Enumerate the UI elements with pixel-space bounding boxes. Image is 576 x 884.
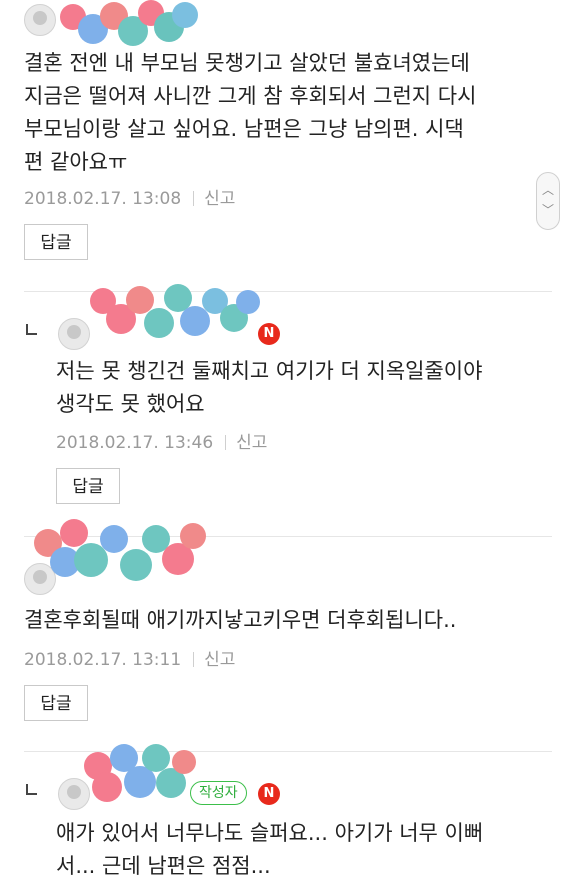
redacted-username xyxy=(60,0,200,50)
meta-divider xyxy=(193,191,195,206)
comment-meta: 2018.02.17. 13:11 신고 xyxy=(24,645,235,670)
report-link[interactable]: 신고 xyxy=(204,189,235,209)
report-link[interactable]: 신고 xyxy=(204,650,235,670)
scroll-handle[interactable]: ︿ ﹀ xyxy=(536,172,560,230)
chevron-up-icon: ︿ xyxy=(541,183,554,197)
reply-comment-item: 작성자 N 애가 있어서 너무나도 슬퍼요... 아기가 너무 이뻐 서... … xyxy=(0,744,576,884)
comment-text-line: 저는 못 챙긴건 둘째치고 여기가 더 지옥일줄이야 xyxy=(56,359,483,383)
new-badge: N xyxy=(258,783,280,805)
comment-item: 결혼 전엔 내 부모님 못챙기고 살았던 불효녀였는데 지금은 떨어져 사니깐 … xyxy=(0,0,576,290)
redacted-username xyxy=(84,282,264,352)
comment-text-line: 결혼 전엔 내 부모님 못챙기고 살았던 불효녀였는데 xyxy=(24,51,470,75)
comment-item: 결혼후회될때 애기까지낳고키우면 더후회됩니다.. 2018.02.17. 13… xyxy=(0,519,576,747)
comment-date: 2018.02.17. 13:46 xyxy=(56,433,214,453)
comment-meta: 2018.02.17. 13:08 신고 xyxy=(24,184,235,209)
comment-text-line: 지금은 떨어져 사니깐 그게 참 후회되서 그런지 다시 xyxy=(24,84,477,108)
comment-text-line: 부모님이랑 살고 싶어요. 남편은 그냥 남의편. 시댁 xyxy=(24,117,464,141)
comment-date: 2018.02.17. 13:11 xyxy=(24,650,182,670)
comment-text-line: 애가 있어서 너무나도 슬퍼요... 아기가 너무 이뻐 xyxy=(56,821,484,845)
reply-button[interactable]: 답글 xyxy=(56,468,120,504)
meta-divider xyxy=(193,652,195,667)
comment-date: 2018.02.17. 13:08 xyxy=(24,189,182,209)
reply-arrow-icon xyxy=(26,784,37,795)
comment-text-line: 생각도 못 했어요 xyxy=(56,392,205,416)
comment-text-line: 서... 근데 남편은 점점... xyxy=(56,854,271,878)
report-link[interactable]: 신고 xyxy=(236,433,267,453)
author-badge: 작성자 xyxy=(190,781,247,805)
comment-meta: 2018.02.17. 13:46 신고 xyxy=(56,428,267,453)
avatar[interactable] xyxy=(24,4,56,36)
redacted-username xyxy=(80,742,200,812)
reply-comment-item: N 저는 못 챙긴건 둘째치고 여기가 더 지옥일줄이야 생각도 못 했어요 2… xyxy=(0,284,576,518)
chevron-down-icon: ﹀ xyxy=(541,203,554,217)
meta-divider xyxy=(225,435,227,450)
new-badge: N xyxy=(258,323,280,345)
reply-button[interactable]: 답글 xyxy=(24,224,88,260)
redacted-username xyxy=(30,519,210,599)
comment-text-line: 결혼후회될때 애기까지낳고키우면 더후회됩니다.. xyxy=(24,608,457,632)
reply-button[interactable]: 답글 xyxy=(24,685,88,721)
reply-arrow-icon xyxy=(26,324,37,335)
comment-text-line: 편 같아요ㅠ xyxy=(24,150,128,174)
